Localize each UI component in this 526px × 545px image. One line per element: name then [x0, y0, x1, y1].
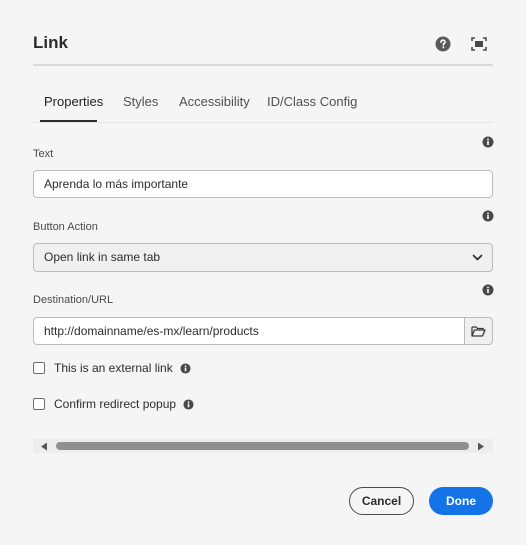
- tab-styles[interactable]: Styles: [123, 94, 158, 109]
- cancel-button[interactable]: Cancel: [349, 487, 414, 515]
- tab-accessibility[interactable]: Accessibility: [179, 94, 250, 109]
- button-action-value: Open link in same tab: [44, 250, 161, 264]
- info-icon[interactable]: [482, 284, 494, 296]
- confirm-redirect-checkbox[interactable]: [33, 398, 45, 410]
- external-link-label[interactable]: This is an external link: [54, 361, 173, 375]
- folder-open-icon: [471, 326, 486, 337]
- browse-button[interactable]: [464, 317, 493, 345]
- info-icon[interactable]: [183, 398, 194, 410]
- done-button[interactable]: Done: [429, 487, 493, 515]
- tab-bar: Properties Styles Accessibility ID/Class…: [33, 80, 493, 123]
- active-tab-indicator: [40, 120, 97, 122]
- confirm-redirect-row: Confirm redirect popup: [33, 396, 194, 412]
- button-action-label: Button Action: [33, 221, 98, 233]
- tab-properties[interactable]: Properties: [44, 94, 103, 109]
- chevron-down-icon: [472, 254, 483, 261]
- info-icon[interactable]: [482, 136, 494, 148]
- tab-id-class-config[interactable]: ID/Class Config: [267, 94, 357, 109]
- external-link-checkbox[interactable]: [33, 362, 45, 374]
- destination-url-field: http://domainname/es-mx/learn/products: [33, 317, 493, 345]
- info-icon[interactable]: [482, 210, 494, 222]
- confirm-redirect-label[interactable]: Confirm redirect popup: [54, 397, 176, 411]
- horizontal-scrollbar[interactable]: [33, 439, 493, 453]
- external-link-row: This is an external link: [33, 360, 191, 376]
- header-divider: [33, 64, 493, 66]
- dialog-title: Link: [33, 33, 68, 52]
- scroll-right-arrow-icon[interactable]: [477, 442, 485, 451]
- button-action-select[interactable]: Open link in same tab: [33, 243, 493, 272]
- text-input[interactable]: Aprenda lo más importante: [33, 170, 493, 198]
- link-dialog: Link Properties Styles Accessibility ID/…: [0, 0, 526, 545]
- fullscreen-icon[interactable]: [470, 35, 488, 53]
- scrollbar-thumb[interactable]: [56, 442, 469, 450]
- scroll-left-arrow-icon[interactable]: [40, 442, 48, 451]
- destination-url-label: Destination/URL: [33, 294, 114, 306]
- text-field-label: Text: [33, 148, 54, 160]
- help-icon[interactable]: [434, 35, 452, 53]
- destination-url-input[interactable]: http://domainname/es-mx/learn/products: [33, 317, 465, 345]
- info-icon[interactable]: [180, 362, 191, 374]
